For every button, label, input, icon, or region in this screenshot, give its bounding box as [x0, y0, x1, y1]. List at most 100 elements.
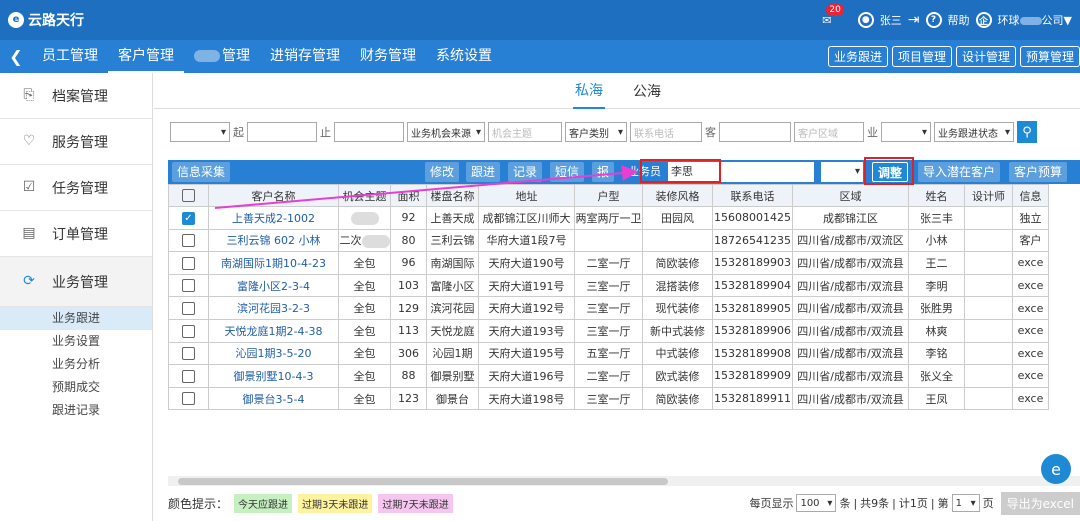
- table-cell[interactable]: 南湖国际1期10-4-23: [208, 251, 339, 275]
- float-logo-icon[interactable]: e: [1041, 454, 1071, 484]
- tab-private-sea[interactable]: 私海: [573, 73, 605, 109]
- nav-finance[interactable]: 财务管理: [350, 40, 426, 73]
- checkbox-icon[interactable]: ✓: [182, 211, 195, 225]
- table-row[interactable]: 御景台3-5-4 全包 123 御景台 天府大道198号 三室一厅 简欧装修 15328189…: [168, 386, 1049, 411]
- col-header[interactable]: 区域: [792, 184, 909, 207]
- date-type-select[interactable]: ▾: [170, 122, 230, 142]
- checkbox-icon[interactable]: [182, 392, 195, 406]
- tab-public-sea[interactable]: 公海: [633, 81, 661, 101]
- table-row[interactable]: 沁园1期3-5-20 全包 306 沁园1期 天府大道195号 五室一厅 中式装修 15328…: [168, 341, 1049, 366]
- nav-settings[interactable]: 系统设置: [426, 40, 502, 73]
- help-link[interactable]: 帮助: [948, 12, 970, 28]
- sub-item-expected[interactable]: 预期成交: [0, 376, 152, 399]
- collapse-icon[interactable]: ❮: [0, 47, 32, 66]
- col-header[interactable]: 设计师: [964, 184, 1013, 207]
- record-button[interactable]: 记录: [508, 162, 543, 182]
- sidebar-item-service[interactable]: ♡ 服务管理: [0, 119, 152, 165]
- table-row[interactable]: 南湖国际1期10-4-23 全包 96 南湖国际 天府大道190号 二室一厅 简欧装修 153…: [168, 251, 1049, 275]
- sub-item-analysis[interactable]: 业务分析: [0, 353, 152, 376]
- sidebar-item-business[interactable]: ⟳ 业务管理: [0, 257, 152, 307]
- table-row[interactable]: 天悦龙庭1期2-4-38 全包 113 天悦龙庭 天府大道193号 三室一厅 新中式装修 15…: [168, 318, 1049, 343]
- col-header[interactable]: 楼盘名称: [426, 184, 479, 207]
- budget-button[interactable]: 客户预算: [1009, 162, 1068, 182]
- table-cell[interactable]: 三利云锦 602 小林: [208, 228, 339, 253]
- search-icon[interactable]: ⚲: [1017, 121, 1037, 143]
- to-date-input[interactable]: [334, 122, 404, 142]
- business-follow-button[interactable]: 业务跟进: [827, 46, 888, 67]
- region-input[interactable]: 客户区域: [794, 122, 864, 142]
- table-row[interactable]: ✓ 上善天成2-1002 92 上善天成 成都锦江区川师大 两室两厅一卫 田园风 156080…: [168, 206, 1049, 230]
- project-manage-button[interactable]: 项目管理: [891, 46, 952, 67]
- row-select[interactable]: ✓: [168, 206, 209, 230]
- budget-manage-button[interactable]: 预算管理: [1019, 46, 1080, 67]
- table-row[interactable]: 御景别墅10-4-3 全包 88 御景别墅 天府大道196号 二室一厅 欧式装修 153281…: [168, 364, 1049, 388]
- checkbox-icon[interactable]: [182, 189, 195, 203]
- table-cell[interactable]: 御景台3-5-4: [208, 386, 339, 411]
- import-button[interactable]: 导入潜在客户: [918, 162, 1001, 182]
- table-cell[interactable]: 上善天成2-1002: [208, 206, 339, 230]
- sub-item-records[interactable]: 跟进记录: [0, 399, 152, 422]
- table-row[interactable]: 滨河花园3-2-3 全包 129 滨河花园 天府大道192号 三室一厅 现代装修 153281…: [168, 296, 1049, 320]
- row-select[interactable]: [168, 228, 209, 253]
- sms-button[interactable]: 短信: [550, 162, 585, 182]
- nav-employee[interactable]: 员工管理: [32, 40, 108, 73]
- row-select[interactable]: [168, 251, 209, 275]
- sidebar-item-archive[interactable]: ⎘ 档案管理: [0, 73, 152, 119]
- row-select[interactable]: [168, 364, 209, 388]
- edit-button[interactable]: 修改: [425, 162, 460, 182]
- col-header[interactable]: 机会主题: [338, 184, 391, 207]
- message-icon[interactable]: ✉ 20: [818, 4, 844, 29]
- nav-blurred[interactable]: 管理: [184, 40, 260, 73]
- phone-input[interactable]: 联系电话: [630, 122, 702, 142]
- sidebar-item-order[interactable]: ▤ 订单管理: [0, 211, 152, 257]
- nav-customer[interactable]: 客户管理: [108, 40, 184, 73]
- row-select[interactable]: [168, 341, 209, 366]
- staff-select[interactable]: ▾: [821, 162, 863, 182]
- col-header[interactable]: 面积: [390, 184, 427, 207]
- table-cell[interactable]: 御景别墅10-4-3: [208, 364, 339, 388]
- design-manage-button[interactable]: 设计管理: [955, 46, 1016, 67]
- row-select[interactable]: [168, 273, 209, 298]
- checkbox-icon[interactable]: [182, 347, 195, 361]
- checkbox-icon[interactable]: [182, 369, 195, 383]
- checkbox-icon[interactable]: [182, 234, 195, 248]
- table-cell[interactable]: 滨河花园3-2-3: [208, 296, 339, 320]
- nav-inventory[interactable]: 进销存管理: [260, 40, 350, 73]
- checkbox-icon[interactable]: [182, 324, 195, 338]
- col-header[interactable]: 客户名称: [208, 184, 339, 207]
- company-selector[interactable]: 环球 公司▼: [998, 12, 1072, 28]
- table-cell[interactable]: 富隆小区2-3-4: [208, 273, 339, 298]
- col-header[interactable]: 联系电话: [712, 184, 793, 207]
- col-header[interactable]: 户型: [574, 184, 643, 207]
- logout-icon[interactable]: ⇥: [908, 12, 920, 28]
- per-page-select[interactable]: 100 ▾: [796, 494, 837, 512]
- horizontal-scrollbar[interactable]: [168, 476, 1080, 486]
- col-header[interactable]: 姓名: [908, 184, 965, 207]
- sub-item-follow[interactable]: 业务跟进: [0, 307, 152, 330]
- col-header[interactable]: 地址: [478, 184, 575, 207]
- industry-select[interactable]: ▾: [881, 122, 931, 142]
- row-select[interactable]: [168, 386, 209, 411]
- checkbox-icon[interactable]: [182, 256, 195, 270]
- select-all[interactable]: [168, 184, 209, 207]
- col-header[interactable]: 信息: [1012, 184, 1049, 207]
- cust-input[interactable]: [719, 122, 791, 142]
- table-cell[interactable]: 天悦龙庭1期2-4-38: [208, 318, 339, 343]
- checkbox-icon[interactable]: [182, 279, 195, 293]
- status-select[interactable]: 业务跟进状态 ▾: [934, 122, 1014, 142]
- row-select[interactable]: [168, 296, 209, 320]
- collect-button[interactable]: 信息采集: [172, 162, 231, 182]
- report-button[interactable]: 报: [592, 162, 614, 182]
- col-header[interactable]: 装修风格: [642, 184, 713, 207]
- table-cell[interactable]: 沁园1期3-5-20: [208, 341, 339, 366]
- checkbox-icon[interactable]: [182, 301, 195, 315]
- export-excel-button[interactable]: 导出为excel: [1000, 491, 1080, 515]
- topic-input[interactable]: 机会主题: [488, 122, 562, 142]
- table-row[interactable]: 三利云锦 602 小林 二次 80 三利云锦 华府大道1段7号 18726541235 四川…: [168, 228, 1049, 253]
- table-row[interactable]: 富隆小区2-3-4 全包 103 富隆小区 天府大道191号 三室一厅 混搭装修 153281…: [168, 273, 1049, 298]
- user-name[interactable]: 张三: [880, 12, 902, 28]
- cust-type-select[interactable]: 客户类别 ▾: [565, 122, 627, 142]
- row-select[interactable]: [168, 318, 209, 343]
- from-date-input[interactable]: [247, 122, 317, 142]
- follow-button[interactable]: 跟进: [466, 162, 501, 182]
